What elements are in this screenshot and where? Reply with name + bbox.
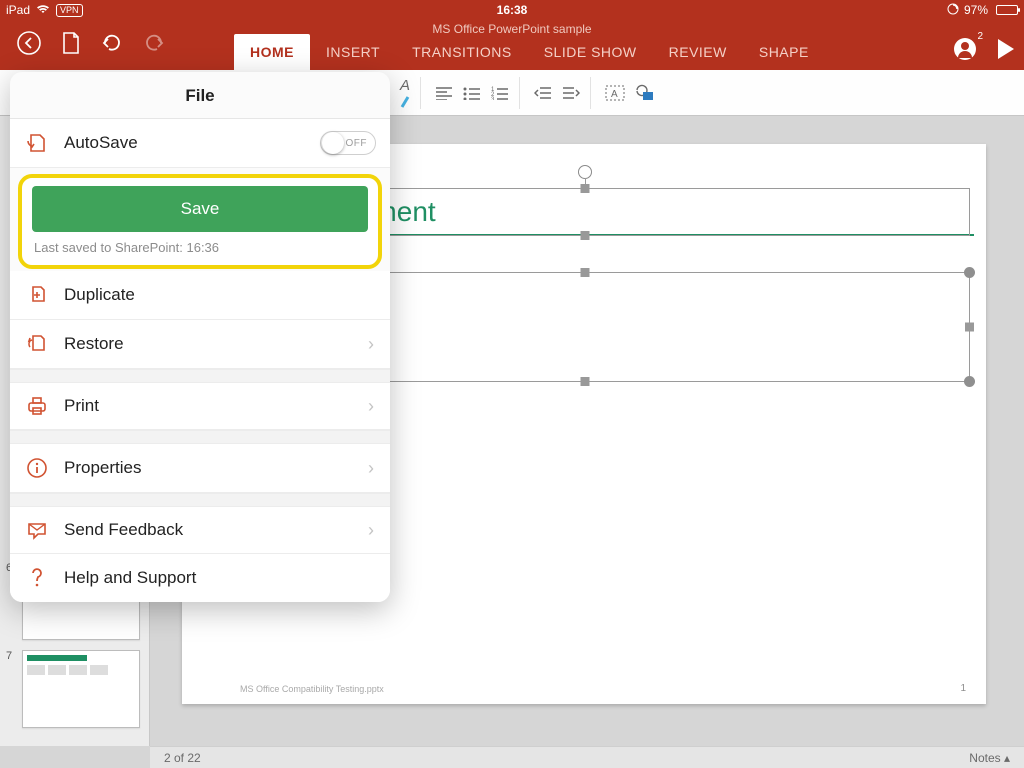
duplicate-label: Duplicate bbox=[64, 285, 135, 305]
redo-button[interactable] bbox=[142, 33, 166, 59]
properties-row[interactable]: Properties › bbox=[10, 444, 390, 493]
account-badge: 2 bbox=[977, 31, 983, 42]
help-row[interactable]: Help and Support bbox=[10, 554, 390, 602]
wifi-icon bbox=[36, 3, 50, 17]
clock: 16:38 bbox=[497, 3, 528, 17]
print-row[interactable]: Print › bbox=[10, 383, 390, 430]
thumbnail[interactable] bbox=[22, 650, 140, 728]
autosave-row[interactable]: AutoSave OFF bbox=[10, 119, 390, 168]
popover-title: File bbox=[10, 72, 390, 119]
present-button[interactable] bbox=[998, 39, 1014, 59]
account-button[interactable]: 2 bbox=[954, 38, 976, 60]
svg-text:A: A bbox=[611, 89, 618, 100]
duplicate-row[interactable]: Duplicate bbox=[10, 271, 390, 320]
svg-text:3: 3 bbox=[491, 97, 495, 100]
align-button[interactable] bbox=[435, 86, 453, 100]
notes-toggle[interactable]: Notes ▴ bbox=[969, 751, 1010, 765]
last-saved-label: Last saved to SharePoint: 16:36 bbox=[26, 240, 374, 263]
outdent-button[interactable] bbox=[534, 86, 552, 100]
rotate-handle[interactable] bbox=[578, 165, 592, 179]
shapes-button[interactable] bbox=[635, 84, 655, 102]
restore-label: Restore bbox=[64, 334, 124, 354]
resize-handle[interactable] bbox=[964, 267, 975, 278]
chevron-right-icon: › bbox=[368, 458, 374, 479]
sync-icon bbox=[947, 3, 959, 18]
autosave-icon bbox=[26, 132, 48, 154]
tab-slideshow[interactable]: SLIDE SHOW bbox=[528, 34, 653, 70]
feedback-icon bbox=[26, 520, 48, 540]
file-menu-popover: File AutoSave OFF Save Last saved to Sha… bbox=[10, 72, 390, 602]
save-highlight: Save Last saved to SharePoint: 16:36 bbox=[18, 174, 382, 269]
device-label: iPad bbox=[6, 3, 30, 17]
ios-status-bar: iPad VPN 16:38 97% bbox=[0, 0, 1024, 20]
status-strip: 2 of 22 Notes ▴ bbox=[150, 746, 1024, 768]
chevron-right-icon: › bbox=[368, 334, 374, 355]
vpn-badge: VPN bbox=[56, 4, 83, 17]
save-button[interactable]: Save bbox=[32, 186, 368, 232]
tab-insert[interactable]: INSERT bbox=[310, 34, 396, 70]
tab-transitions[interactable]: TRANSITIONS bbox=[396, 34, 528, 70]
resize-handle[interactable] bbox=[581, 184, 590, 193]
feedback-row[interactable]: Send Feedback › bbox=[10, 507, 390, 554]
print-icon bbox=[26, 396, 48, 416]
textbox-button[interactable]: A bbox=[605, 85, 625, 101]
app-header: MS Office PowerPoint sample HOME INSERT … bbox=[0, 20, 1024, 70]
battery-icon bbox=[993, 5, 1018, 15]
resize-handle[interactable] bbox=[581, 231, 590, 240]
resize-handle[interactable] bbox=[581, 268, 590, 277]
battery-percent: 97% bbox=[964, 3, 988, 17]
duplicate-icon bbox=[26, 284, 48, 306]
page-indicator: 2 of 22 bbox=[164, 751, 201, 765]
bullets-button[interactable] bbox=[463, 86, 481, 100]
properties-label: Properties bbox=[64, 458, 141, 478]
chevron-right-icon: › bbox=[368, 396, 374, 417]
info-icon bbox=[26, 457, 48, 479]
indent-button[interactable] bbox=[562, 86, 580, 100]
resize-handle[interactable] bbox=[964, 376, 975, 387]
chevron-right-icon: › bbox=[368, 520, 374, 541]
tab-review[interactable]: REVIEW bbox=[653, 34, 743, 70]
undo-button[interactable] bbox=[100, 33, 124, 59]
help-label: Help and Support bbox=[64, 568, 196, 588]
tab-shape[interactable]: SHAPE bbox=[743, 34, 825, 70]
slide-number: 1 bbox=[960, 683, 966, 694]
slide-footer: MS Office Compatibility Testing.pptx bbox=[240, 684, 384, 694]
restore-icon bbox=[26, 333, 48, 355]
numbering-button[interactable]: 123 bbox=[491, 86, 509, 100]
autosave-label: AutoSave bbox=[64, 133, 138, 153]
resize-handle[interactable] bbox=[965, 323, 974, 332]
feedback-label: Send Feedback bbox=[64, 520, 183, 540]
highlight-button[interactable]: A bbox=[400, 77, 410, 109]
print-label: Print bbox=[64, 396, 99, 416]
thumb-number: 7 bbox=[6, 650, 12, 662]
restore-row[interactable]: Restore › bbox=[10, 320, 390, 369]
autosave-toggle[interactable]: OFF bbox=[320, 131, 376, 155]
tab-home[interactable]: HOME bbox=[234, 34, 310, 70]
help-icon bbox=[26, 567, 48, 589]
resize-handle[interactable] bbox=[581, 377, 590, 386]
